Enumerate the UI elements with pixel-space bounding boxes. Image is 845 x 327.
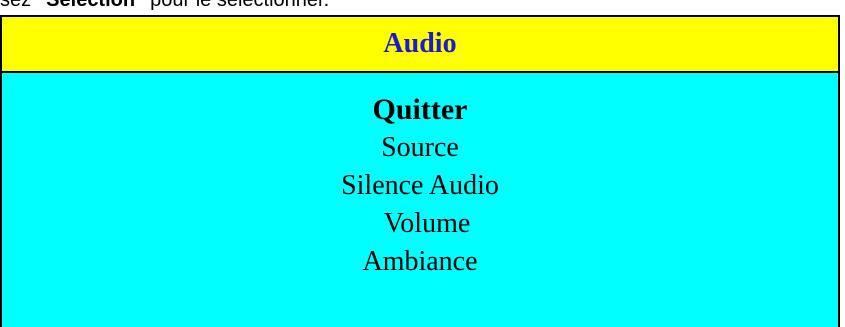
menu-body: Quitter Source Silence Audio Volume Ambi…: [2, 73, 838, 327]
menu-item-source[interactable]: Source: [2, 129, 838, 167]
instruction-text: sez "Sélection" pour le sélectionner.: [0, 0, 329, 14]
instruction-keyword: "Sélection": [36, 0, 145, 11]
menu-title: Audio: [2, 17, 838, 73]
menu-list: Quitter Source Silence Audio Volume Ambi…: [2, 91, 838, 281]
menu-item-volume[interactable]: Volume: [2, 205, 838, 243]
menu-item-ambiance[interactable]: Ambiance: [2, 243, 838, 281]
menu-item-quitter[interactable]: Quitter: [2, 91, 838, 129]
page: sez "Sélection" pour le sélectionner. Au…: [0, 0, 845, 327]
instruction-prefix: sez: [0, 0, 37, 11]
audio-menu: Audio Quitter Source Silence Audio Volum…: [0, 15, 840, 327]
menu-item-silence-audio[interactable]: Silence Audio: [2, 167, 838, 205]
instruction-suffix: pour le sélectionner.: [144, 0, 330, 11]
